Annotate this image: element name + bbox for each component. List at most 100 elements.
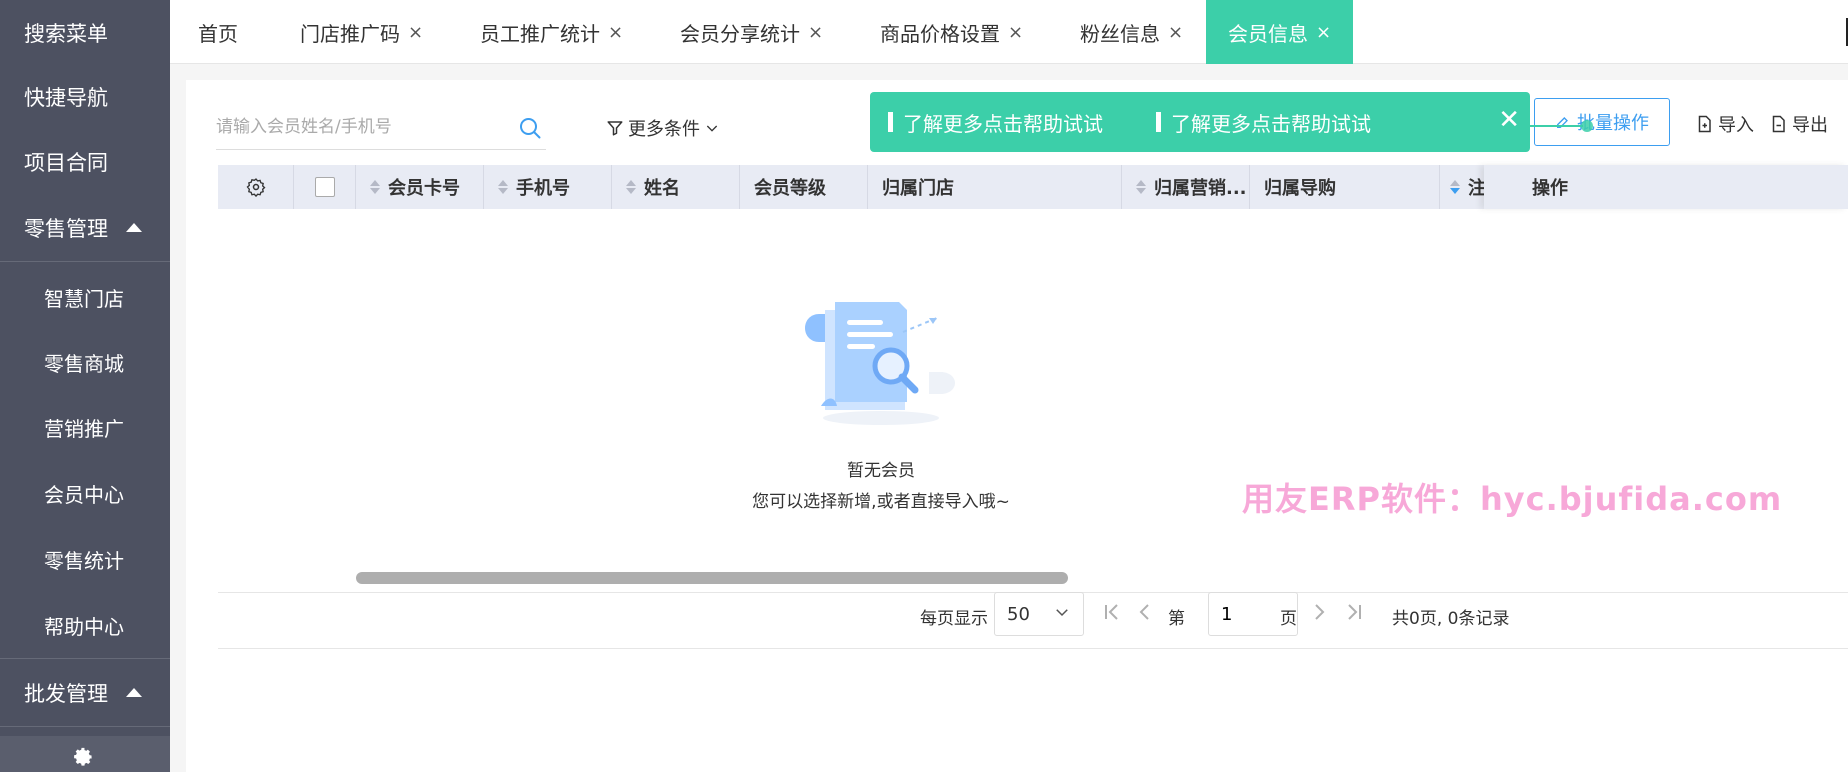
sidebar-item-label: 批发管理 bbox=[24, 682, 108, 706]
tab-fans-info[interactable]: 粉丝信息 × bbox=[1080, 0, 1183, 64]
column-header-member-level[interactable]: 会员等级 bbox=[740, 165, 868, 209]
page-size-value: 50 bbox=[1007, 603, 1030, 625]
chevron-down-icon bbox=[1056, 609, 1068, 617]
per-page-label: 每页显示 bbox=[920, 608, 988, 629]
sort-icon[interactable] bbox=[1450, 180, 1460, 194]
select-all-checkbox[interactable] bbox=[314, 177, 335, 197]
sidebar-item-label: 快捷导航 bbox=[24, 86, 108, 110]
filter-icon bbox=[607, 121, 623, 136]
column-header-register[interactable]: 注 bbox=[1440, 165, 1484, 209]
sidebar-divider bbox=[0, 726, 170, 727]
sidebar-item-project-contract[interactable]: 项目合同 bbox=[0, 129, 170, 195]
sidebar-item-smart-store[interactable]: 智慧门店 bbox=[0, 264, 170, 330]
sidebar-item-retail-stats[interactable]: 零售统计 bbox=[0, 526, 170, 592]
close-icon[interactable]: × bbox=[408, 22, 423, 43]
export-button[interactable]: 导出 bbox=[1770, 106, 1828, 142]
guide-connector bbox=[1525, 125, 1583, 127]
close-icon[interactable]: × bbox=[1316, 22, 1331, 43]
import-button[interactable]: 导入 bbox=[1696, 106, 1754, 142]
sidebar-item-label: 搜索菜单 bbox=[24, 22, 108, 46]
tab-staff-promo-stats[interactable]: 员工推广统计 × bbox=[480, 0, 623, 64]
import-label: 导入 bbox=[1718, 115, 1754, 136]
search-input[interactable] bbox=[216, 106, 506, 148]
more-conditions-button[interactable]: 更多条件 bbox=[606, 110, 724, 146]
sidebar-item-label: 会员中心 bbox=[44, 482, 124, 507]
sidebar-item-label: 智慧门店 bbox=[44, 286, 124, 311]
close-icon[interactable]: × bbox=[1008, 22, 1023, 43]
more-conditions-label: 更多条件 bbox=[628, 119, 700, 140]
page-size-select[interactable]: 50 bbox=[994, 592, 1084, 636]
column-label: 手机号 bbox=[516, 178, 570, 199]
export-icon bbox=[1772, 115, 1785, 133]
tab-bar: 首页 门店推广码 × 员工推广统计 × 会员分享统计 × 商品价格设置 × 粉丝信息 × … bbox=[170, 0, 1848, 64]
column-header-store[interactable]: 归属门店 bbox=[868, 165, 1122, 209]
tab-price-settings[interactable]: 商品价格设置 × bbox=[880, 0, 1023, 64]
sidebar-item-retail-mall[interactable]: 零售商城 bbox=[0, 329, 170, 395]
page-prefix: 第 bbox=[1168, 608, 1185, 629]
close-icon[interactable]: ✕ bbox=[1498, 105, 1520, 135]
sidebar: 搜索菜单 快捷导航 项目合同 零售管理 智慧门店 零售商城 营销推广 会员中心 … bbox=[0, 0, 170, 772]
column-header-name[interactable]: 姓名 bbox=[612, 165, 740, 209]
sort-icon[interactable] bbox=[626, 180, 636, 194]
column-settings-cell[interactable] bbox=[218, 165, 294, 209]
pagination: 每页显示 50 第 页 共0页, 0条记录 bbox=[186, 588, 1848, 646]
search-icon[interactable] bbox=[518, 116, 542, 140]
help-tip[interactable]: 了解更多点击帮助试试 bbox=[888, 92, 1103, 152]
tab-label: 员工推广统计 bbox=[480, 21, 600, 46]
table-header: 会员卡号 手机号 姓名 会员等级 归属门店 归属营销... 归属导购 注 操作 bbox=[218, 165, 1848, 209]
batch-operation-button[interactable]: 批量操作 bbox=[1525, 98, 1670, 146]
help-tip-label: 了解更多点击帮助试试 bbox=[1171, 111, 1371, 136]
main-panel: 更多条件 了解更多点击帮助试试 了解更多点击帮助试试 ✕ 批量操作 导入 导出 … bbox=[186, 80, 1848, 772]
sidebar-item-retail-management[interactable]: 零售管理 bbox=[0, 195, 170, 261]
sidebar-item-help-center[interactable]: 帮助中心 bbox=[0, 592, 170, 658]
close-icon[interactable]: × bbox=[808, 22, 823, 43]
tab-label: 商品价格设置 bbox=[880, 21, 1000, 46]
settings-gear-icon[interactable] bbox=[72, 746, 94, 772]
sort-icon[interactable] bbox=[1136, 180, 1146, 194]
tab-member-share-stats[interactable]: 会员分享统计 × bbox=[680, 0, 823, 64]
column-label: 归属营销... bbox=[1154, 178, 1247, 199]
prev-page-icon[interactable] bbox=[1138, 602, 1150, 626]
column-header-card-no[interactable]: 会员卡号 bbox=[356, 165, 484, 209]
chevron-down-icon bbox=[706, 125, 718, 132]
column-header-guide[interactable]: 归属导购 bbox=[1250, 165, 1440, 209]
settings-gear-icon bbox=[246, 178, 265, 197]
tab-label: 粉丝信息 bbox=[1080, 21, 1160, 46]
sidebar-item-label: 营销推广 bbox=[44, 416, 124, 441]
column-label: 归属导购 bbox=[1264, 178, 1336, 199]
scrollbar-thumb[interactable] bbox=[356, 572, 1068, 584]
tab-store-promo-code[interactable]: 门店推广码 × bbox=[300, 0, 423, 64]
sidebar-item-member-center[interactable]: 会员中心 bbox=[0, 460, 170, 526]
close-icon[interactable]: × bbox=[1168, 22, 1183, 43]
first-page-icon[interactable] bbox=[1104, 602, 1120, 626]
sort-icon[interactable] bbox=[498, 180, 508, 194]
page-suffix: 页 bbox=[1280, 608, 1297, 629]
tab-label: 会员分享统计 bbox=[680, 21, 800, 46]
next-page-icon[interactable] bbox=[1314, 602, 1326, 626]
caret-up-icon bbox=[126, 223, 142, 232]
column-header-phone[interactable]: 手机号 bbox=[484, 165, 612, 209]
sidebar-item-marketing[interactable]: 营销推广 bbox=[0, 394, 170, 460]
tab-home[interactable]: 首页 bbox=[198, 0, 238, 64]
import-icon bbox=[1698, 115, 1711, 133]
column-label: 会员等级 bbox=[754, 178, 826, 199]
sidebar-item-quick-nav[interactable]: 快捷导航 bbox=[0, 64, 170, 130]
footer-divider bbox=[218, 648, 1848, 649]
horizontal-scrollbar[interactable] bbox=[218, 572, 1848, 584]
guide-dot bbox=[1581, 120, 1593, 132]
last-page-icon[interactable] bbox=[1346, 602, 1362, 626]
tab-member-info[interactable]: 会员信息 × bbox=[1206, 0, 1354, 64]
search-box bbox=[216, 106, 546, 150]
sidebar-item-search-menu[interactable]: 搜索菜单 bbox=[0, 0, 170, 66]
edit-icon bbox=[1557, 117, 1568, 128]
sidebar-item-label: 零售统计 bbox=[44, 548, 124, 573]
help-tip[interactable]: 了解更多点击帮助试试 bbox=[1156, 92, 1371, 152]
sort-icon[interactable] bbox=[370, 180, 380, 194]
tab-label: 首页 bbox=[198, 21, 238, 46]
column-header-marketer[interactable]: 归属营销... bbox=[1122, 165, 1250, 209]
sidebar-divider bbox=[0, 658, 170, 659]
close-icon[interactable]: × bbox=[608, 22, 623, 43]
column-label: 姓名 bbox=[644, 178, 680, 199]
sidebar-item-wholesale[interactable]: 批发管理 bbox=[0, 660, 170, 726]
column-label: 操作 bbox=[1532, 178, 1568, 199]
